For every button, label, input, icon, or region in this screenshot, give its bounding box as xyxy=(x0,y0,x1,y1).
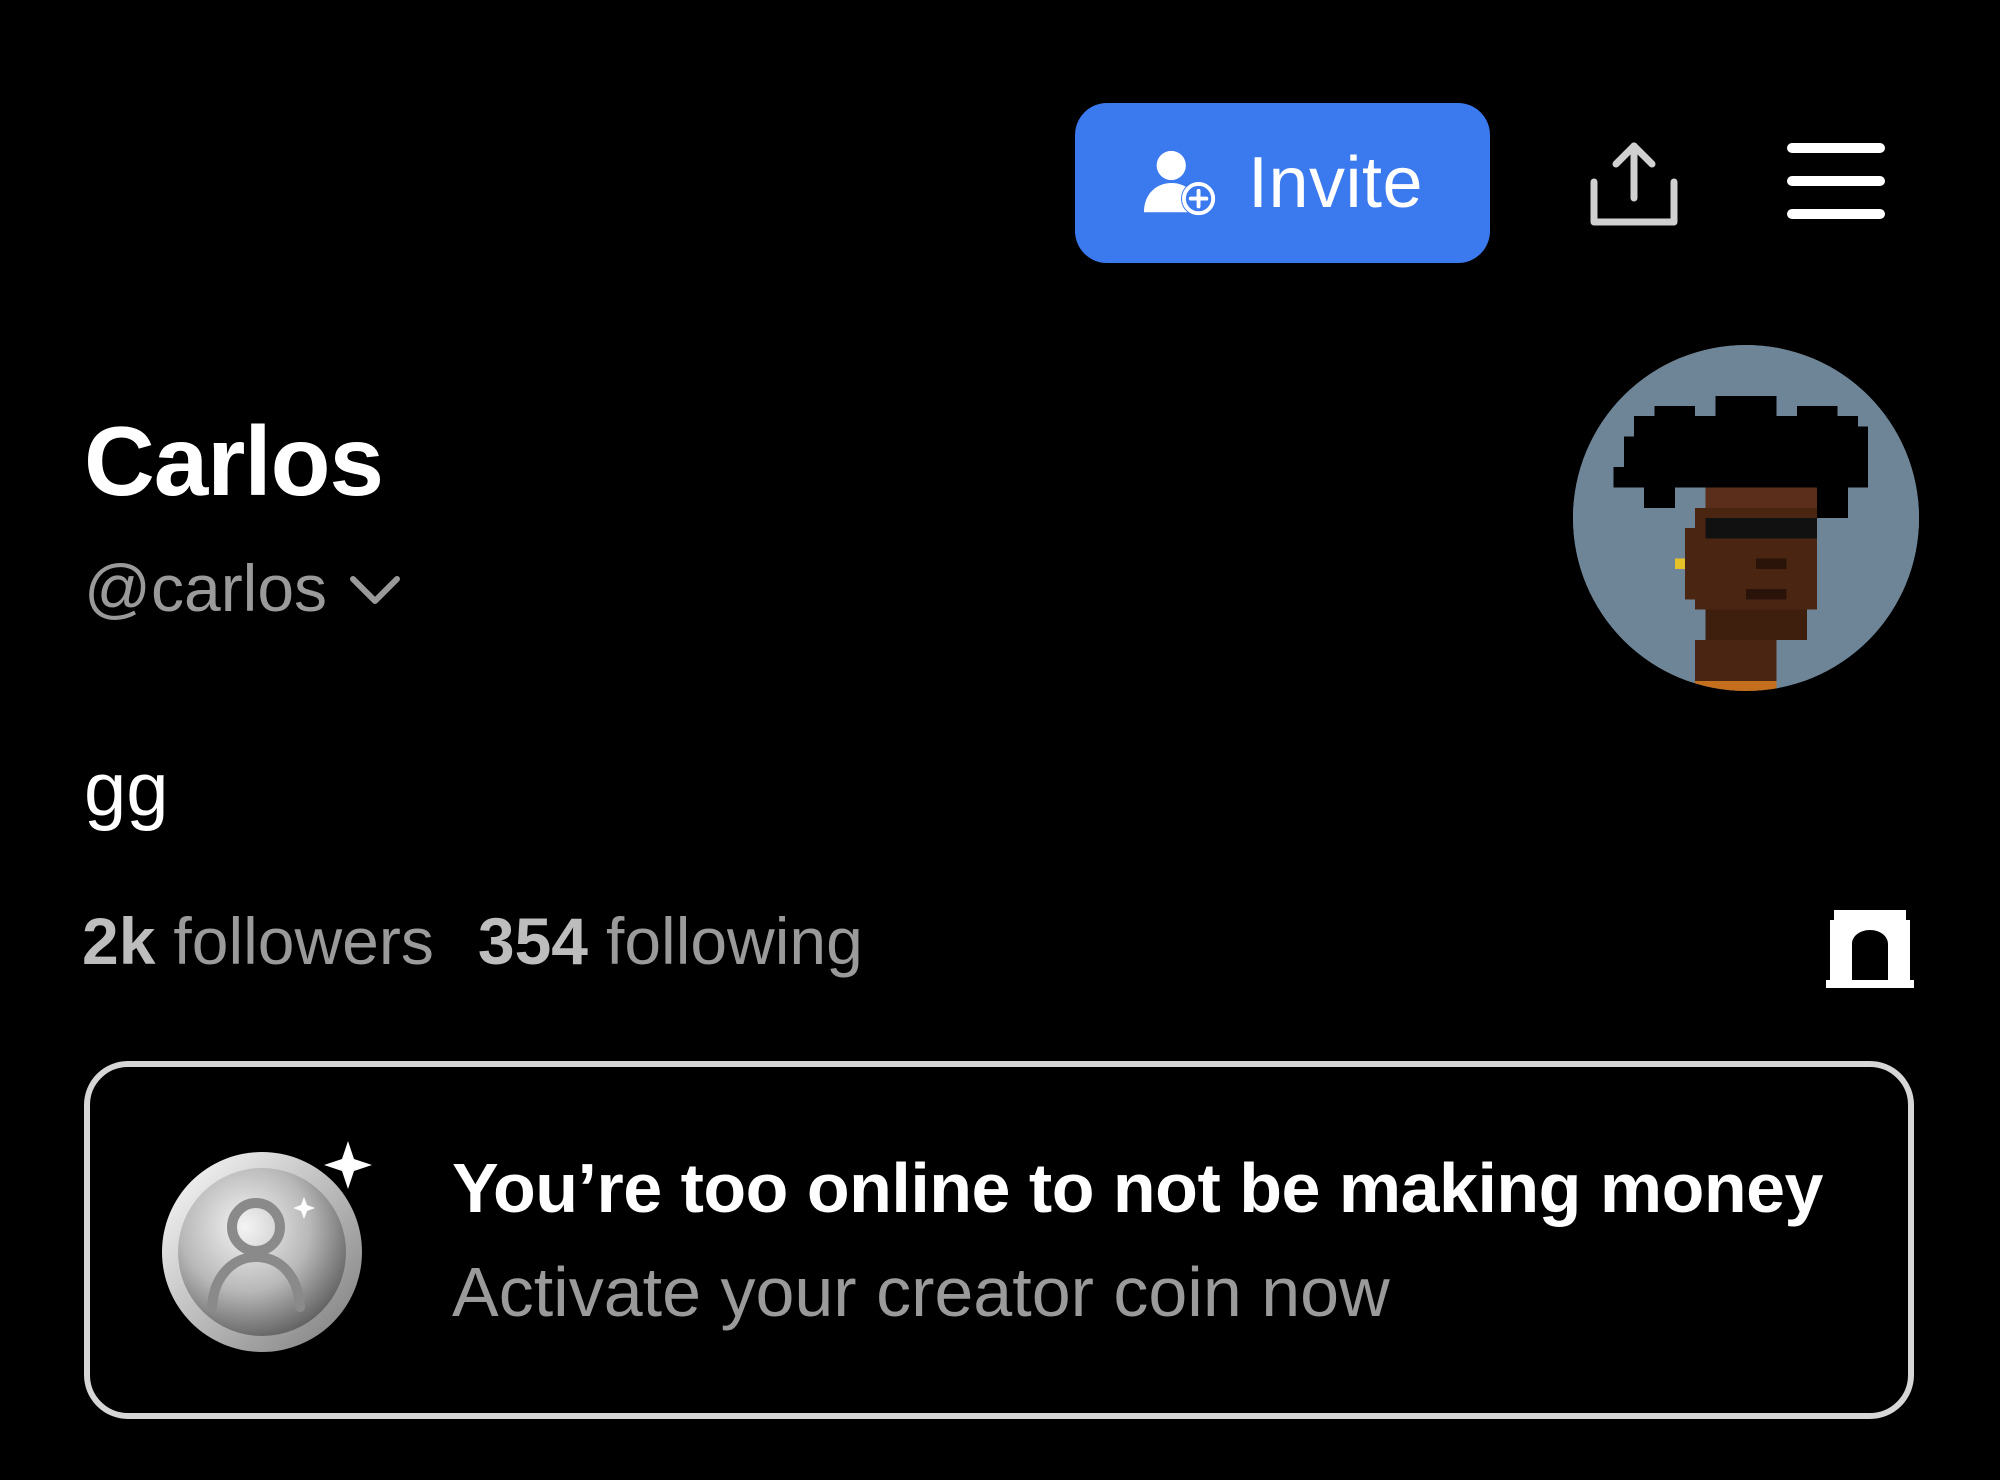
followers-count: 2k xyxy=(82,904,156,978)
following-label: following xyxy=(605,904,863,978)
share-icon[interactable] xyxy=(1588,138,1680,230)
following-stat[interactable]: 354 following xyxy=(478,908,863,974)
profile-stats: 2k followers 354 following xyxy=(82,908,907,974)
following-count: 354 xyxy=(477,904,588,978)
add-user-icon xyxy=(1143,150,1217,217)
arch-icon[interactable] xyxy=(1826,910,1914,988)
handle-switcher[interactable]: @carlos xyxy=(84,555,401,621)
profile-handle: @carlos xyxy=(84,551,328,625)
invite-button[interactable]: Invite xyxy=(1075,103,1490,263)
hamburger-menu-icon[interactable] xyxy=(1786,140,1886,222)
promo-subtitle: Activate your creator coin now xyxy=(452,1253,1390,1331)
avatar[interactable] xyxy=(1573,345,1919,691)
invite-button-label: Invite xyxy=(1247,143,1424,223)
promo-title: You’re too online to not be making money xyxy=(452,1149,1823,1227)
profile-bio: gg xyxy=(84,747,169,832)
followers-label: followers xyxy=(173,904,434,978)
chevron-down-icon xyxy=(350,576,401,604)
followers-stat[interactable]: 2k followers xyxy=(82,908,434,974)
silver-coin-icon xyxy=(152,1127,382,1357)
profile-display-name: Carlos xyxy=(84,406,384,516)
creator-coin-promo-card[interactable]: You’re too online to not be making money… xyxy=(84,1061,1914,1419)
